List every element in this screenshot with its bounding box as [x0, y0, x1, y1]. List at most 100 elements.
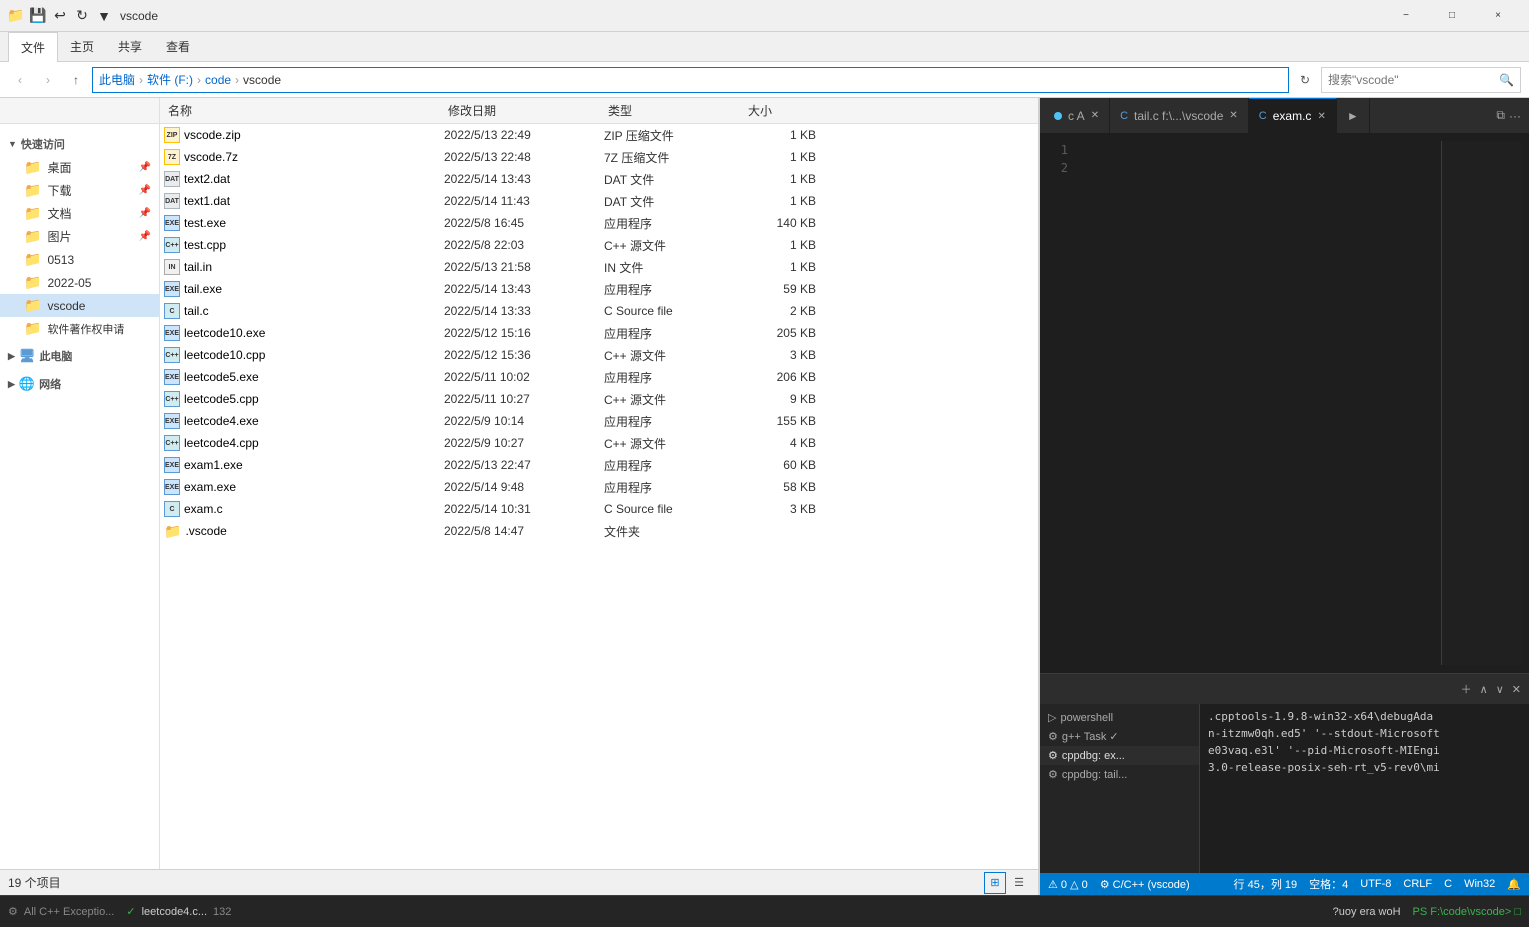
search-input[interactable]: [1328, 73, 1499, 87]
line-col[interactable]: 行 45，列 19: [1234, 876, 1298, 892]
refresh-button[interactable]: ↻: [1293, 68, 1317, 92]
tab-share[interactable]: 共享: [106, 32, 154, 61]
quick-access-header[interactable]: ▼ 快速访问: [0, 132, 159, 156]
terminal-powershell[interactable]: ▷ powershell: [1040, 708, 1199, 727]
file-name: tail.c: [184, 304, 209, 318]
sidebar-item-copyright[interactable]: 📁 软件著作权申请: [0, 317, 159, 340]
vscode-tab-tailc[interactable]: C tail.c f:\...\vscode ✕: [1110, 98, 1249, 133]
table-row[interactable]: C exam.c 2022/5/14 10:31 C Source file 3…: [160, 498, 1038, 520]
sidebar-item-pictures[interactable]: 📁 图片 📌: [0, 225, 159, 248]
table-row[interactable]: EXE test.exe 2022/5/8 16:45 应用程序 140 KB: [160, 212, 1038, 234]
tab-close-c[interactable]: ✕: [1091, 110, 1099, 121]
tab-close-tailc[interactable]: ✕: [1229, 110, 1237, 121]
address-bar[interactable]: 此电脑 › 软件 (F:) › code › vscode: [92, 67, 1289, 93]
tab-close-examc[interactable]: ✕: [1317, 111, 1325, 122]
detail-view-button[interactable]: ☰: [1008, 872, 1030, 894]
statusbar-right: 行 45，列 19 空格：4 UTF-8 CRLF C Win32 🔔: [1234, 876, 1521, 892]
tab-dot: [1054, 112, 1062, 120]
table-row[interactable]: DAT text1.dat 2022/5/14 11:43 DAT 文件 1 K…: [160, 190, 1038, 212]
sidebar-item-202205[interactable]: 📁 2022-05: [0, 271, 159, 294]
encoding[interactable]: UTF-8: [1360, 878, 1391, 890]
tab-view[interactable]: 查看: [154, 32, 202, 61]
file-name-cell: EXE exam1.exe: [164, 457, 444, 473]
file-date: 2022/5/13 22:49: [444, 128, 604, 142]
close-button[interactable]: ×: [1475, 0, 1521, 32]
settings-icon[interactable]: ⚙: [8, 905, 18, 918]
table-row[interactable]: C++ leetcode10.cpp 2022/5/12 15:36 C++ 源…: [160, 344, 1038, 366]
term-line-4: 3.0-release-posix-seh-rt_v5-rev0\mi: [1208, 759, 1521, 776]
terminal-gpp[interactable]: ⚙ g++ Task ✓: [1040, 727, 1199, 746]
table-row[interactable]: C++ leetcode5.cpp 2022/5/11 10:27 C++ 源文…: [160, 388, 1038, 410]
back-button[interactable]: ‹: [8, 68, 32, 92]
table-row[interactable]: C tail.c 2022/5/14 13:33 C Source file 2…: [160, 300, 1038, 322]
address-part-drive[interactable]: 软件 (F:): [147, 71, 193, 88]
address-part-vscode[interactable]: vscode: [243, 73, 281, 87]
cpp-vscode[interactable]: ⚙ C/C++ (vscode): [1100, 878, 1190, 891]
sidebar-item-documents[interactable]: 📁 文档 📌: [0, 202, 159, 225]
forward-button[interactable]: ›: [36, 68, 60, 92]
table-row[interactable]: DAT text2.dat 2022/5/14 13:43 DAT 文件 1 K…: [160, 168, 1038, 190]
quick-access-icon[interactable]: 💾: [30, 8, 46, 24]
undo-icon[interactable]: ↩: [52, 8, 68, 24]
error-count[interactable]: ⚠ 0 △ 0: [1048, 878, 1088, 891]
table-row[interactable]: EXE tail.exe 2022/5/14 13:43 应用程序 59 KB: [160, 278, 1038, 300]
file-date: 2022/5/13 22:48: [444, 150, 604, 164]
sidebar-item-vscode[interactable]: 📁 vscode: [0, 294, 159, 317]
vscode-tab-examc[interactable]: C exam.c ✕: [1249, 98, 1337, 133]
table-row[interactable]: EXE leetcode5.exe 2022/5/11 10:02 应用程序 2…: [160, 366, 1038, 388]
terminal-cppdbg2[interactable]: ⚙ cppdbg: tail...: [1040, 765, 1199, 784]
split-editor-icon[interactable]: ⧉: [1496, 108, 1505, 123]
table-row[interactable]: EXE leetcode4.exe 2022/5/9 10:14 应用程序 15…: [160, 410, 1038, 432]
file-name: exam.exe: [184, 480, 236, 494]
file-date: 2022/5/8 22:03: [444, 238, 604, 252]
sidebar-item-0513[interactable]: 📁 0513: [0, 248, 159, 271]
table-row[interactable]: EXE exam.exe 2022/5/14 9:48 应用程序 58 KB: [160, 476, 1038, 498]
sidebar-item-downloads[interactable]: 📁 下载 📌: [0, 179, 159, 202]
minimize-button[interactable]: −: [1383, 0, 1429, 32]
terminal-content[interactable]: .cpptools-1.9.8-win32-x64\debugAda n-itz…: [1200, 704, 1529, 864]
editor-content[interactable]: 1 2: [1048, 141, 1441, 665]
col-header-date[interactable]: 修改日期: [444, 102, 604, 119]
line-ending[interactable]: CRLF: [1403, 878, 1432, 890]
search-box[interactable]: 🔍: [1321, 67, 1521, 93]
table-row[interactable]: EXE exam1.exe 2022/5/13 22:47 应用程序 60 KB: [160, 454, 1038, 476]
redo-icon[interactable]: ↻: [74, 8, 90, 24]
maximize-button[interactable]: □: [1429, 0, 1475, 32]
terminal-close-icon[interactable]: ✕: [1512, 683, 1521, 696]
table-row[interactable]: 📁 .vscode 2022/5/8 14:47 文件夹: [160, 520, 1038, 542]
sidebar-item-desktop[interactable]: 📁 桌面 📌: [0, 156, 159, 179]
terminal-up-icon[interactable]: ∧: [1480, 683, 1488, 696]
platform[interactable]: Win32: [1464, 878, 1495, 890]
pin-icon-downloads: 📌: [139, 185, 151, 196]
file-name: test.exe: [184, 216, 226, 230]
address-part-pc[interactable]: 此电脑: [99, 71, 135, 88]
table-row[interactable]: C++ test.cpp 2022/5/8 22:03 C++ 源文件 1 KB: [160, 234, 1038, 256]
customize-icon[interactable]: ▼: [96, 8, 112, 24]
network-header[interactable]: ▶ 🌐 网络: [0, 372, 159, 396]
table-row[interactable]: IN tail.in 2022/5/13 21:58 IN 文件 1 KB: [160, 256, 1038, 278]
vscode-tab-more[interactable]: ►: [1337, 98, 1370, 133]
spaces[interactable]: 空格：4: [1309, 876, 1348, 892]
col-header-type[interactable]: 类型: [604, 102, 744, 119]
tab-file[interactable]: 文件: [8, 32, 58, 62]
file-name-cell: EXE leetcode5.exe: [164, 369, 444, 385]
table-row[interactable]: EXE leetcode10.exe 2022/5/12 15:16 应用程序 …: [160, 322, 1038, 344]
up-button[interactable]: ↑: [64, 68, 88, 92]
col-header-name[interactable]: 名称: [164, 102, 444, 119]
language[interactable]: C: [1444, 878, 1452, 890]
table-row[interactable]: ZIP vscode.zip 2022/5/13 22:49 ZIP 压缩文件 …: [160, 124, 1038, 146]
address-part-code[interactable]: code: [205, 73, 231, 87]
terminal-add-icon[interactable]: ＋: [1461, 681, 1472, 697]
address-sep-3: ›: [235, 73, 239, 87]
col-header-size[interactable]: 大小: [744, 102, 824, 119]
tab-home[interactable]: 主页: [58, 32, 106, 61]
list-view-button[interactable]: ⊞: [984, 872, 1006, 894]
vscode-tab-c[interactable]: c A ✕: [1044, 98, 1110, 133]
table-row[interactable]: C++ leetcode4.cpp 2022/5/9 10:27 C++ 源文件…: [160, 432, 1038, 454]
table-row[interactable]: 7Z vscode.7z 2022/5/13 22:48 7Z 压缩文件 1 K…: [160, 146, 1038, 168]
terminal-cppdbg1[interactable]: ⚙ cppdbg: ex...: [1040, 746, 1199, 765]
file-name: tail.in: [184, 260, 212, 274]
terminal-down-icon[interactable]: ∨: [1496, 683, 1504, 696]
more-actions-icon[interactable]: ···: [1509, 109, 1521, 123]
this-pc-header[interactable]: ▶ 🖥 此电脑: [0, 344, 159, 368]
